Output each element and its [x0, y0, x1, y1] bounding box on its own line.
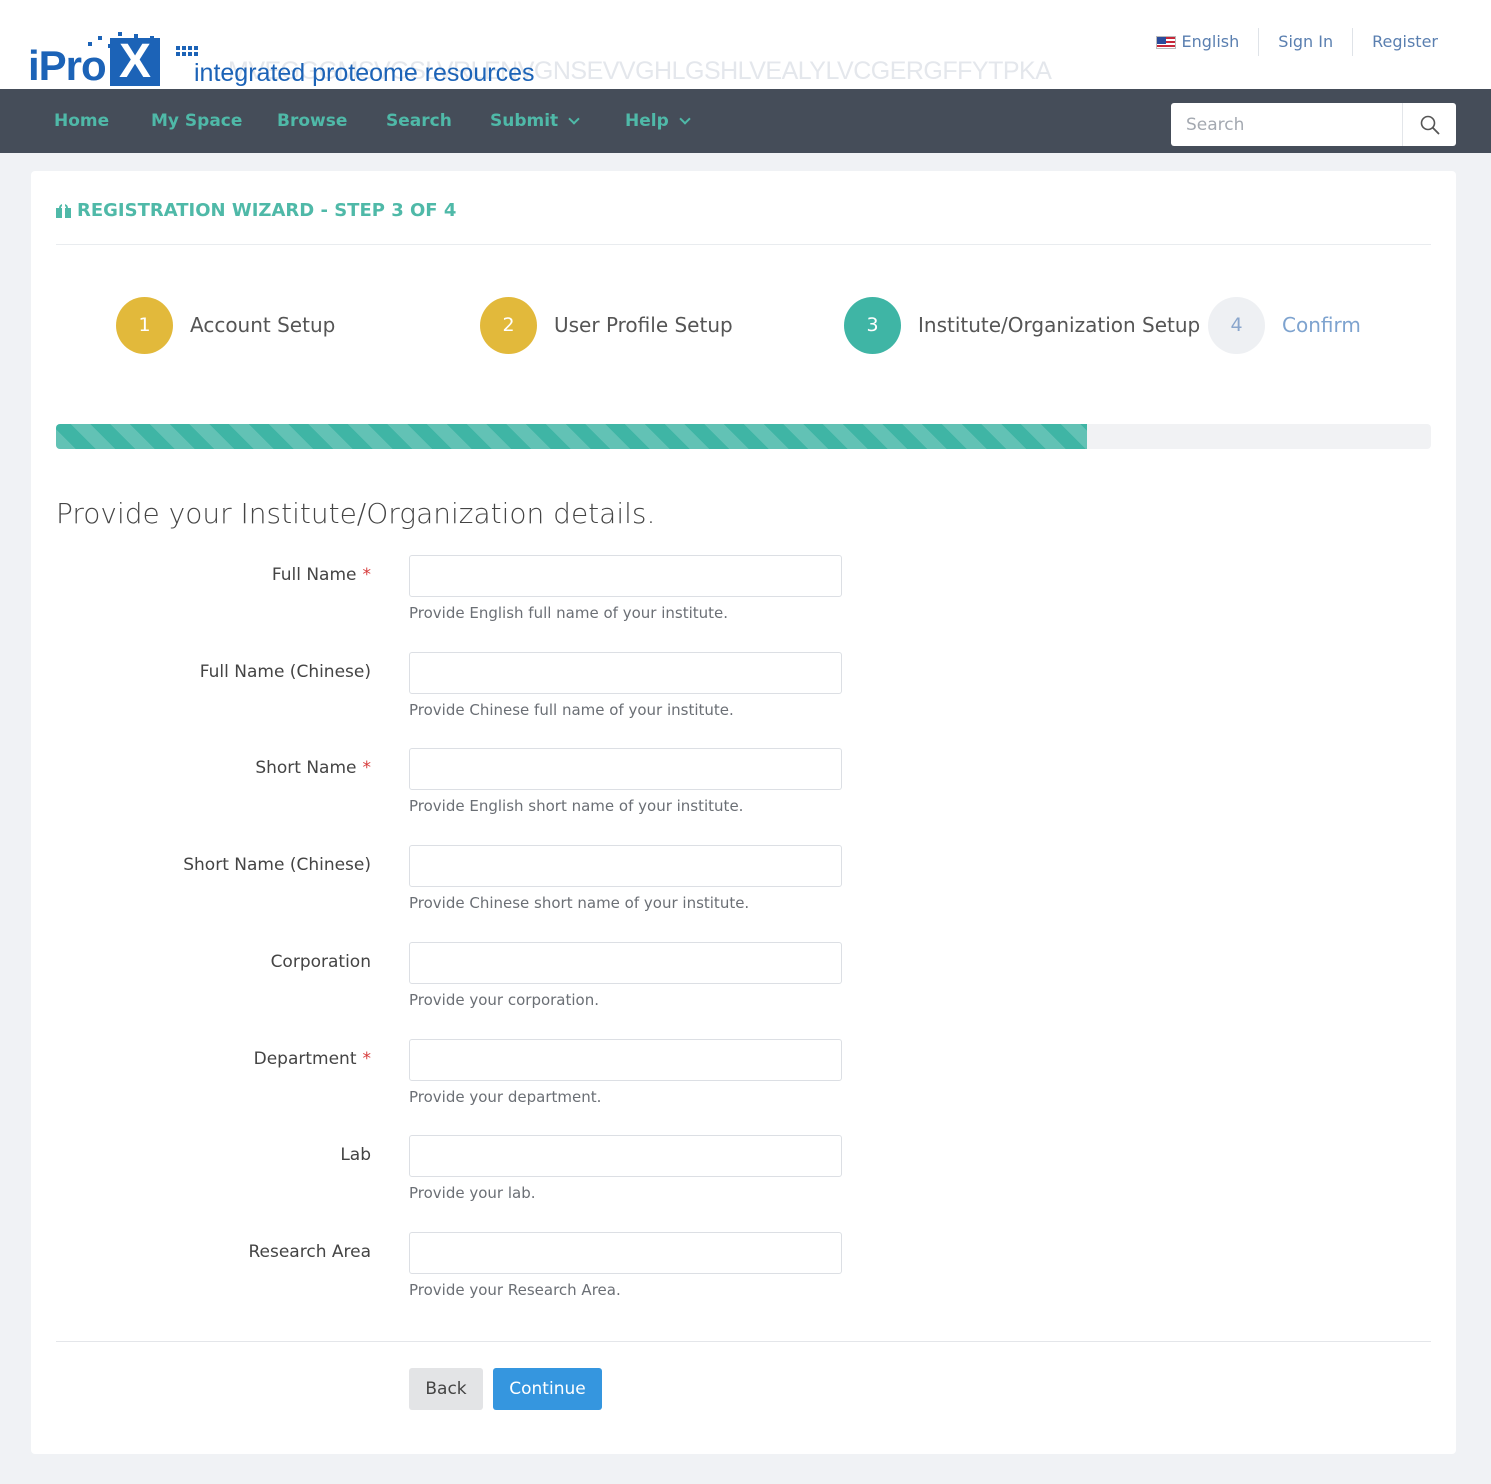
nav-search-label: Search — [386, 111, 452, 131]
wizard-step-3: 3 Institute/Organization Setup — [844, 296, 1200, 354]
short-name-input[interactable] — [409, 748, 842, 790]
step-label: Institute/Organization Setup — [918, 313, 1201, 337]
full-name-chinese-input[interactable] — [409, 652, 842, 694]
full-name-input[interactable] — [409, 555, 842, 597]
department-input[interactable] — [409, 1039, 842, 1081]
field-label: Short Name (Chinese) — [183, 855, 371, 875]
registration-card: REGISTRATION WIZARD - STEP 3 OF 4 1 Acco… — [31, 171, 1456, 1454]
field-full-name-chinese: Full Name (Chinese) Provide Chinese full… — [31, 652, 1456, 732]
nav-browse[interactable]: Browse — [277, 109, 347, 133]
wizard-step-4: 4 Confirm — [1208, 296, 1361, 354]
short-name-chinese-input[interactable] — [409, 845, 842, 887]
field-label: Department * — [253, 1049, 372, 1069]
search-input[interactable] — [1171, 103, 1403, 146]
nav-browse-label: Browse — [277, 111, 348, 131]
field-label: Corporation — [270, 952, 371, 972]
field-label: Lab — [340, 1145, 371, 1165]
search-button[interactable] — [1403, 103, 1456, 146]
field-help: Provide your lab. — [409, 1184, 536, 1202]
nav-home[interactable]: Home — [54, 109, 109, 133]
nav-my-space[interactable]: My Space — [151, 109, 242, 133]
field-help: Provide your corporation. — [409, 991, 600, 1009]
field-help: Provide your Research Area. — [409, 1281, 621, 1299]
field-help: Provide English full name of your instit… — [409, 604, 729, 622]
step-label: User Profile Setup — [554, 313, 733, 337]
field-lab: Lab Provide your lab. — [31, 1135, 1456, 1215]
chevron-down-icon — [568, 113, 580, 125]
step-number: 4 — [1208, 296, 1265, 354]
language-selector[interactable]: English — [1155, 28, 1259, 56]
step-label: Confirm — [1282, 313, 1361, 337]
nav-search[interactable]: Search — [386, 109, 452, 133]
logo-x-mark: X — [110, 38, 160, 86]
top-header: MVEGGGMSVGSLVRLENVGNSEVVGHLGSHLVEALYLVCG… — [0, 0, 1491, 89]
nav-help-dropdown[interactable]: Help — [625, 109, 691, 133]
field-help: Provide Chinese short name of your insti… — [409, 894, 750, 912]
back-button[interactable]: Back — [409, 1368, 483, 1410]
required-marker: * — [362, 565, 372, 585]
field-short-name-chinese: Short Name (Chinese) Provide Chinese sho… — [31, 845, 1456, 925]
field-help: Provide your department. — [409, 1088, 602, 1106]
nav-help-label: Help — [625, 111, 669, 131]
field-help: Provide Chinese full name of your instit… — [409, 701, 734, 719]
step-label: Account Setup — [190, 313, 336, 337]
nav-submit-label: Submit — [490, 111, 559, 131]
form-heading: Provide your Institute/Organization deta… — [56, 497, 656, 530]
wizard-step-2: 2 User Profile Setup — [480, 296, 733, 354]
step-number: 1 — [116, 296, 173, 354]
wizard-step-1: 1 Account Setup — [116, 296, 335, 354]
field-help: Provide English short name of your insti… — [409, 797, 744, 815]
register-link[interactable]: Register — [1352, 28, 1457, 56]
gift-icon — [56, 204, 71, 218]
wizard-title-text: REGISTRATION WIZARD - STEP 3 OF 4 — [77, 200, 457, 221]
field-label: Research Area — [248, 1242, 371, 1262]
field-label: Full Name * — [271, 565, 372, 585]
iprox-logo[interactable]: MVEGGGMSVGSLVRLENVGNSEVVGHLGSHLVEALYLVCG… — [28, 30, 1052, 90]
field-short-name: Short Name * Provide English short name o… — [31, 748, 1456, 828]
wizard-title: REGISTRATION WIZARD - STEP 3 OF 4 — [56, 199, 456, 223]
chevron-down-icon — [679, 113, 691, 125]
nav-my-space-label: My Space — [151, 111, 243, 131]
research-area-input[interactable] — [409, 1232, 842, 1274]
nav-home-label: Home — [54, 111, 110, 131]
logo-tagline: integrated proteome resources — [194, 59, 535, 87]
form-footer-divider — [56, 1341, 1431, 1342]
field-label: Short Name * — [255, 758, 371, 778]
title-divider — [56, 244, 1431, 245]
corporation-input[interactable] — [409, 942, 842, 984]
field-label: Full Name (Chinese) — [199, 662, 371, 682]
step-number: 2 — [480, 296, 537, 354]
required-marker: * — [362, 758, 372, 778]
sign-in-link[interactable]: Sign In — [1258, 28, 1352, 56]
top-links: English Sign In Register — [1155, 28, 1458, 56]
progress-fill — [56, 424, 1088, 449]
logo-wordmark: iPro — [28, 42, 107, 89]
main-navbar: Home My Space Browse Search Submit Help — [0, 89, 1491, 153]
required-marker: * — [362, 1049, 372, 1069]
us-flag-icon — [1155, 35, 1176, 49]
field-department: Department * Provide your department. — [31, 1039, 1456, 1119]
wizard-progress-bar — [56, 424, 1431, 449]
navbar-search-box — [1171, 103, 1456, 146]
search-icon — [1420, 115, 1439, 134]
continue-button[interactable]: Continue — [493, 1368, 602, 1410]
field-full-name: Full Name * Provide English full name of … — [31, 555, 1456, 635]
field-corporation: Corporation Provide your corporation. — [31, 942, 1456, 1022]
step-number: 3 — [844, 296, 901, 354]
lab-input[interactable] — [409, 1135, 842, 1177]
language-label: English — [1181, 32, 1240, 51]
field-research-area: Research Area Provide your Research Area… — [31, 1232, 1456, 1312]
nav-submit-dropdown[interactable]: Submit — [490, 109, 580, 133]
